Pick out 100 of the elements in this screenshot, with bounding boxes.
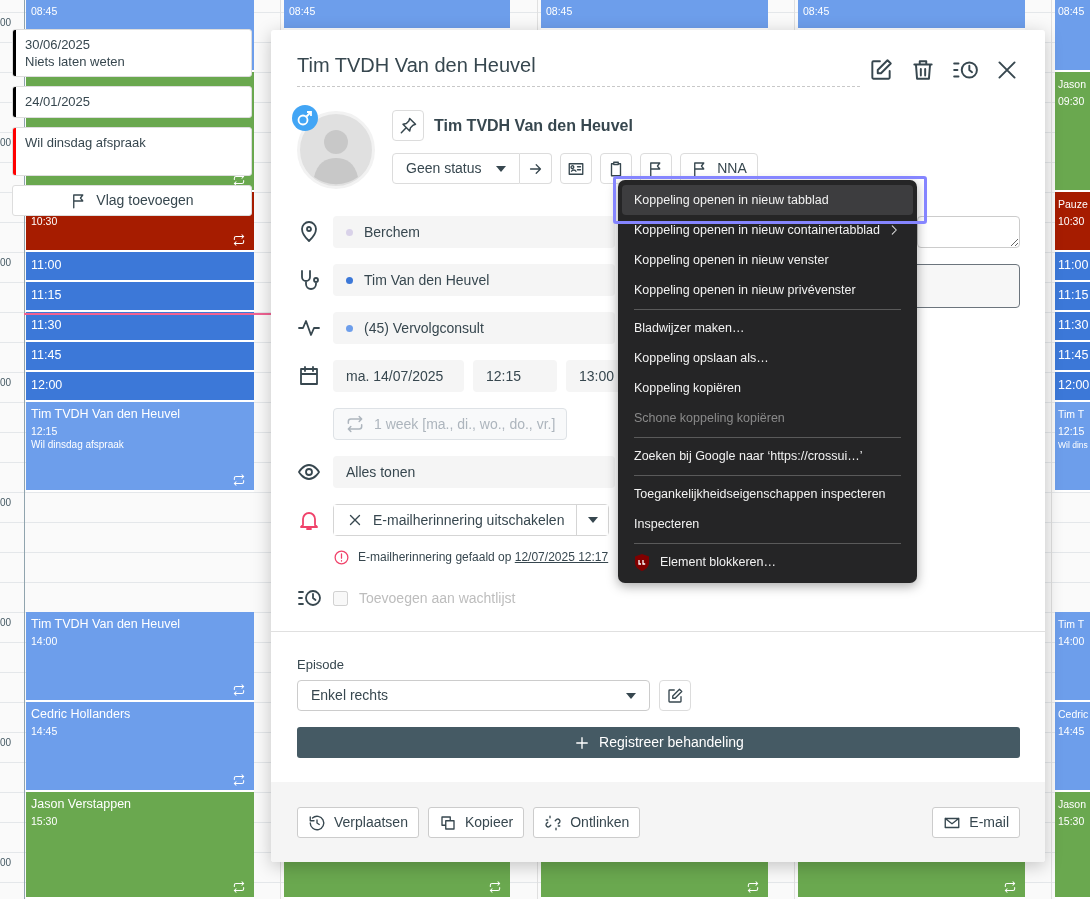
- time-slot[interactable]: 11:45: [1055, 342, 1090, 372]
- time-slot[interactable]: 11:30: [1055, 312, 1090, 342]
- event-title: Tim T: [1058, 407, 1086, 422]
- repeat-icon: [1003, 880, 1017, 894]
- patient-name[interactable]: Tim TVDH Van den Heuvel: [434, 113, 633, 138]
- edit-button[interactable]: [868, 56, 894, 83]
- error-date-link[interactable]: 12/07/2025 12:17: [514, 550, 609, 564]
- next-status-button[interactable]: [520, 153, 552, 184]
- menu-item[interactable]: Inspecteren: [622, 509, 913, 539]
- footer-button[interactable]: Verplaatsen: [297, 807, 419, 838]
- id-card-button[interactable]: [560, 153, 592, 184]
- time-slot[interactable]: 11:45: [26, 342, 254, 372]
- event-time: 15:30: [1058, 814, 1086, 828]
- flag-tooltip[interactable]: 24/01/2025: [12, 86, 252, 118]
- episode-select[interactable]: Enkel rechts: [297, 680, 650, 711]
- flag-text: Wil dinsdag afspraak: [25, 134, 146, 151]
- event-time: 14:00: [31, 634, 59, 648]
- shield-icon: [634, 553, 650, 571]
- repeat-icon: [232, 683, 246, 697]
- menu-item[interactable]: Toegankelijkheidseigenschappen inspecteren: [622, 479, 913, 509]
- event-title: Cedric Hollanders: [31, 706, 132, 722]
- menu-item[interactable]: Koppeling openen in nieuw tabblad: [622, 185, 913, 215]
- hour-label: 00: [0, 856, 12, 870]
- time-slot[interactable]: 12:00: [26, 372, 254, 402]
- menu-item[interactable]: Zoeken bij Google naar ‘https://crossui…’: [622, 441, 913, 471]
- event-time: 10:30: [31, 214, 59, 228]
- flag-text: Niets laten weten: [25, 53, 125, 70]
- repeat-icon: [746, 880, 760, 894]
- event-time: 08:45: [31, 4, 59, 18]
- event-time: 14:45: [1058, 724, 1086, 738]
- repeat-icon: [488, 880, 502, 894]
- event-title: Jason: [1058, 77, 1088, 92]
- appointment-type-field[interactable]: (45) Vervolgconsult: [333, 312, 615, 344]
- calendar-event[interactable]: Pauze 10:30: [1055, 192, 1090, 252]
- repeat-icon: [232, 773, 246, 787]
- event-title: Pauze: [1058, 197, 1089, 212]
- event-note: Wil dins: [1058, 439, 1089, 452]
- time-slot[interactable]: 11:00: [1055, 252, 1090, 282]
- event-time: 11:30: [1058, 318, 1090, 332]
- visibility-field[interactable]: Alles tonen: [333, 456, 615, 488]
- flag-tooltip[interactable]: Wil dinsdag afspraak: [12, 127, 252, 176]
- waitlist-label: Toevoegen aan wachtlijst: [359, 588, 516, 608]
- event-time: 11:45: [1058, 348, 1090, 362]
- event-title: Tim TVDH Van den Heuvel: [31, 616, 182, 632]
- reminder-error: E-mailherinnering gefaald op 12/07/2025 12:17: [358, 549, 609, 566]
- hour-label: 00: [0, 256, 12, 270]
- event-time: 11:15: [1058, 288, 1090, 302]
- history-icon: [308, 813, 326, 832]
- practitioner-field[interactable]: Tim Van den Heuvel: [333, 264, 615, 296]
- event-time: 11:15: [31, 288, 63, 302]
- register-treatment-button[interactable]: Registreer behandeling: [297, 727, 1020, 758]
- edit-episode-button[interactable]: [659, 680, 691, 711]
- event-title: Cedric: [1058, 707, 1090, 722]
- start-time-field[interactable]: 12:15: [473, 360, 557, 392]
- hour-label: 00: [0, 496, 12, 510]
- caret-icon: [626, 692, 636, 699]
- copy-icon: [438, 813, 457, 832]
- pin-button[interactable]: [392, 110, 424, 141]
- repeat-icon: [232, 880, 246, 894]
- location-field[interactable]: Berchem: [333, 216, 615, 248]
- menu-item[interactable]: Koppeling openen in nieuw privévenster: [622, 275, 913, 305]
- event-time: 12:15: [1058, 424, 1086, 438]
- repeat-icon: [345, 414, 365, 434]
- event-time: 08:45: [1058, 4, 1086, 18]
- menu-item[interactable]: Koppeling openen in nieuw containertabblad: [622, 215, 913, 245]
- event-title: Jason: [1058, 797, 1088, 812]
- repeat-icon: [232, 233, 246, 247]
- caret-icon: [587, 517, 598, 523]
- event-time: 08:45: [546, 4, 574, 18]
- reminder-button[interactable]: E-mailherinnering uitschakelen: [334, 505, 578, 535]
- notes-field[interactable]: [917, 216, 1020, 248]
- hour-label: 00: [0, 16, 12, 30]
- event-time: 12:00: [31, 378, 64, 392]
- event-title: Tim T: [1058, 617, 1086, 632]
- event-time: 14:00: [1058, 634, 1086, 648]
- appointment-title[interactable]: Tim TVDH Van den Heuvel: [297, 52, 860, 87]
- time-slot[interactable]: 11:15: [26, 282, 254, 312]
- footer-button[interactable]: Ontlinken: [533, 807, 641, 838]
- status-dropdown[interactable]: Geen status: [392, 153, 520, 184]
- time-slot[interactable]: 11:00: [26, 252, 254, 282]
- event-time: 10:30: [1058, 214, 1086, 228]
- hour-label: 00: [0, 736, 12, 750]
- event-time: 12:15: [31, 424, 59, 438]
- email-button[interactable]: E-mail: [932, 807, 1020, 838]
- hour-label: 00: [0, 136, 12, 150]
- time-slot[interactable]: 12:00: [1055, 372, 1090, 402]
- menu-item[interactable]: Bladwijzer maken…: [622, 313, 913, 343]
- footer-button[interactable]: Kopieer: [427, 807, 525, 838]
- time-slot[interactable]: 11:15: [1055, 282, 1090, 312]
- event-title: Jason Verstappen: [31, 796, 133, 812]
- hour-label: 00: [0, 616, 12, 630]
- event-time: 08:45: [289, 4, 317, 18]
- calendar-icon: [297, 364, 321, 388]
- menu-item[interactable]: Koppeling openen in nieuw venster: [622, 245, 913, 275]
- date-field[interactable]: ma. 14/07/2025: [333, 360, 464, 392]
- menu-item[interactable]: Element blokkeren…: [622, 547, 913, 577]
- flag-tooltip[interactable]: 30/06/2025 Niets laten weten: [12, 29, 252, 77]
- flag-date: 30/06/2025: [25, 36, 92, 53]
- event-time: 11:45: [31, 348, 63, 362]
- time-slot[interactable]: 11:30: [26, 312, 254, 342]
